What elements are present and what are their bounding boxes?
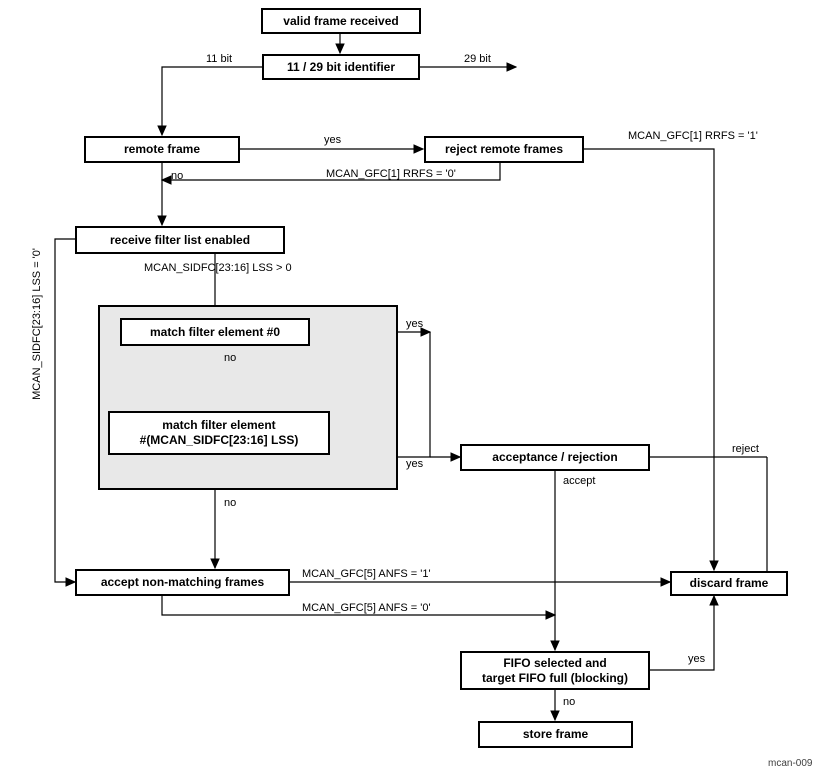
label-match0-yes: yes [406,318,423,330]
box-accept-nonmatch: accept non-matching frames [75,569,290,596]
box-fifo-l2: target FIFO full (blocking) [482,671,628,686]
label-rrfs1: MCAN_GFC[1] RRFS = '1' [628,130,758,142]
label-anfs1: MCAN_GFC[5] ANFS = '1' [302,568,431,580]
label-match0-no: no [224,352,236,364]
label-anfs0: MCAN_GFC[5] ANFS = '0' [302,602,431,614]
box-fifo-l1: FIFO selected and [482,656,628,671]
label-fifo-no: no [563,696,575,708]
box-match-0: match filter element #0 [120,318,310,346]
box-reject-remote: reject remote frames [424,136,584,163]
label-remote-no: no [171,170,183,182]
box-identifier: 11 / 29 bit identifier [262,54,420,80]
box-match-n-l2: #(MCAN_SIDFC[23:16] LSS) [140,433,299,448]
label-ar-accept: accept [563,475,595,487]
label-matchn-yes: yes [406,458,423,470]
label-11bit: 11 bit [206,53,232,65]
label-29bit: 29 bit [464,53,491,65]
footer-id: mcan-009 [768,758,812,769]
box-match-n-l1: match filter element [140,418,299,433]
box-store: store frame [478,721,633,748]
box-match-n: match filter element #(MCAN_SIDFC[23:16]… [108,411,330,455]
label-lss-gt0: MCAN_SIDFC[23:16] LSS > 0 [144,262,292,274]
box-valid-frame: valid frame received [261,8,421,34]
label-lss-eq0: MCAN_SIDFC[23:16] LSS = '0' [31,248,43,400]
box-accept-reject: acceptance / rejection [460,444,650,471]
label-rrfs0: MCAN_GFC[1] RRFS = '0' [326,168,456,180]
label-remote-yes: yes [324,134,341,146]
box-filter-list: receive filter list enabled [75,226,285,254]
box-remote-frame: remote frame [84,136,240,163]
label-fifo-yes: yes [688,653,705,665]
label-shaded-no: no [224,497,236,509]
label-ar-reject: reject [732,443,759,455]
box-fifo: FIFO selected and target FIFO full (bloc… [460,651,650,690]
box-discard: discard frame [670,571,788,596]
